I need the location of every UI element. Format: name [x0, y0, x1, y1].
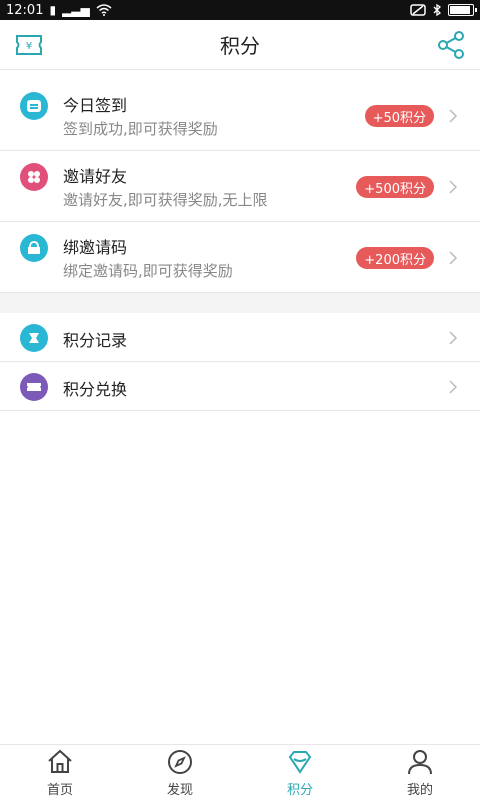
tab-label: 积分 — [286, 783, 313, 798]
points-badge: +200积分 — [356, 247, 434, 269]
status-left: 12:01 ▮ ▂▃▅ — [6, 3, 112, 18]
task-desc: 绑定邀请码,即可获得奖励 — [63, 262, 233, 280]
signal-icon: ▂▃▅ — [62, 3, 90, 17]
battery-icon — [448, 4, 477, 16]
no-signal-icon — [410, 4, 426, 16]
checkin-icon — [20, 92, 48, 120]
app-header: ¥ 积分 — [0, 20, 480, 70]
task-row-invite[interactable]: 邀请好友 邀请好友,即可获得奖励,无上限 +500积分 — [0, 151, 480, 222]
page-title: 积分 — [220, 34, 260, 58]
task-row-bind-code[interactable]: 绑邀请码 绑定邀请码,即可获得奖励 +200积分 — [0, 222, 480, 293]
task-title: 邀请好友 — [63, 167, 128, 186]
task-desc: 邀请好友,即可获得奖励,无上限 — [63, 191, 268, 209]
chevron-right-icon — [449, 331, 458, 345]
task-row-checkin[interactable]: 今日签到 签到成功,即可获得奖励 +50积分 — [0, 80, 480, 151]
chevron-right-icon — [449, 380, 458, 394]
task-title: 绑邀请码 — [63, 238, 128, 257]
compass-icon — [168, 750, 192, 774]
tab-discover[interactable]: 发现 — [120, 745, 240, 800]
home-icon — [48, 749, 72, 773]
status-bar: 12:01 ▮ ▂▃▅ — [0, 0, 480, 20]
menu-row-points-record[interactable]: 积分记录 — [0, 313, 480, 362]
bottom-tab-bar: 首页 发现 积分 我的 — [0, 744, 480, 800]
tab-points[interactable]: 积分 — [240, 745, 360, 800]
tab-label: 我的 — [406, 783, 433, 798]
points-badge: +500积分 — [356, 176, 434, 198]
points-badge: +50积分 — [364, 105, 434, 127]
chevron-right-icon — [449, 109, 458, 123]
bluetooth-icon — [433, 4, 442, 16]
record-icon — [20, 324, 48, 352]
sim-icon: ▮ — [49, 3, 57, 17]
user-icon — [408, 750, 432, 775]
tab-home[interactable]: 首页 — [0, 745, 120, 800]
task-desc: 签到成功,即可获得奖励 — [63, 120, 218, 138]
tab-label: 发现 — [166, 783, 193, 798]
status-right — [410, 4, 477, 16]
invite-icon — [20, 163, 48, 191]
menu-row-points-exchange[interactable]: 积分兑换 — [0, 362, 480, 411]
points-list: 今日签到 签到成功,即可获得奖励 +50积分 邀请好友 邀请好友,即可获得奖励,… — [0, 80, 480, 411]
task-title: 今日签到 — [63, 96, 128, 115]
menu-title: 积分兑换 — [63, 380, 128, 399]
exchange-icon — [20, 373, 48, 401]
tab-label: 首页 — [46, 783, 73, 798]
chevron-right-icon — [449, 180, 458, 194]
menu-title: 积分记录 — [63, 331, 128, 350]
wifi-icon — [96, 4, 112, 16]
svg-text:¥: ¥ — [26, 41, 32, 52]
tab-mine[interactable]: 我的 — [360, 745, 480, 800]
chevron-right-icon — [449, 251, 458, 265]
ticket-yen-icon[interactable]: ¥ — [14, 32, 44, 58]
share-icon[interactable] — [436, 30, 466, 60]
section-divider — [0, 293, 480, 313]
diamond-icon — [288, 751, 312, 774]
status-time: 12:01 — [6, 2, 44, 18]
bind-code-icon — [20, 234, 48, 262]
